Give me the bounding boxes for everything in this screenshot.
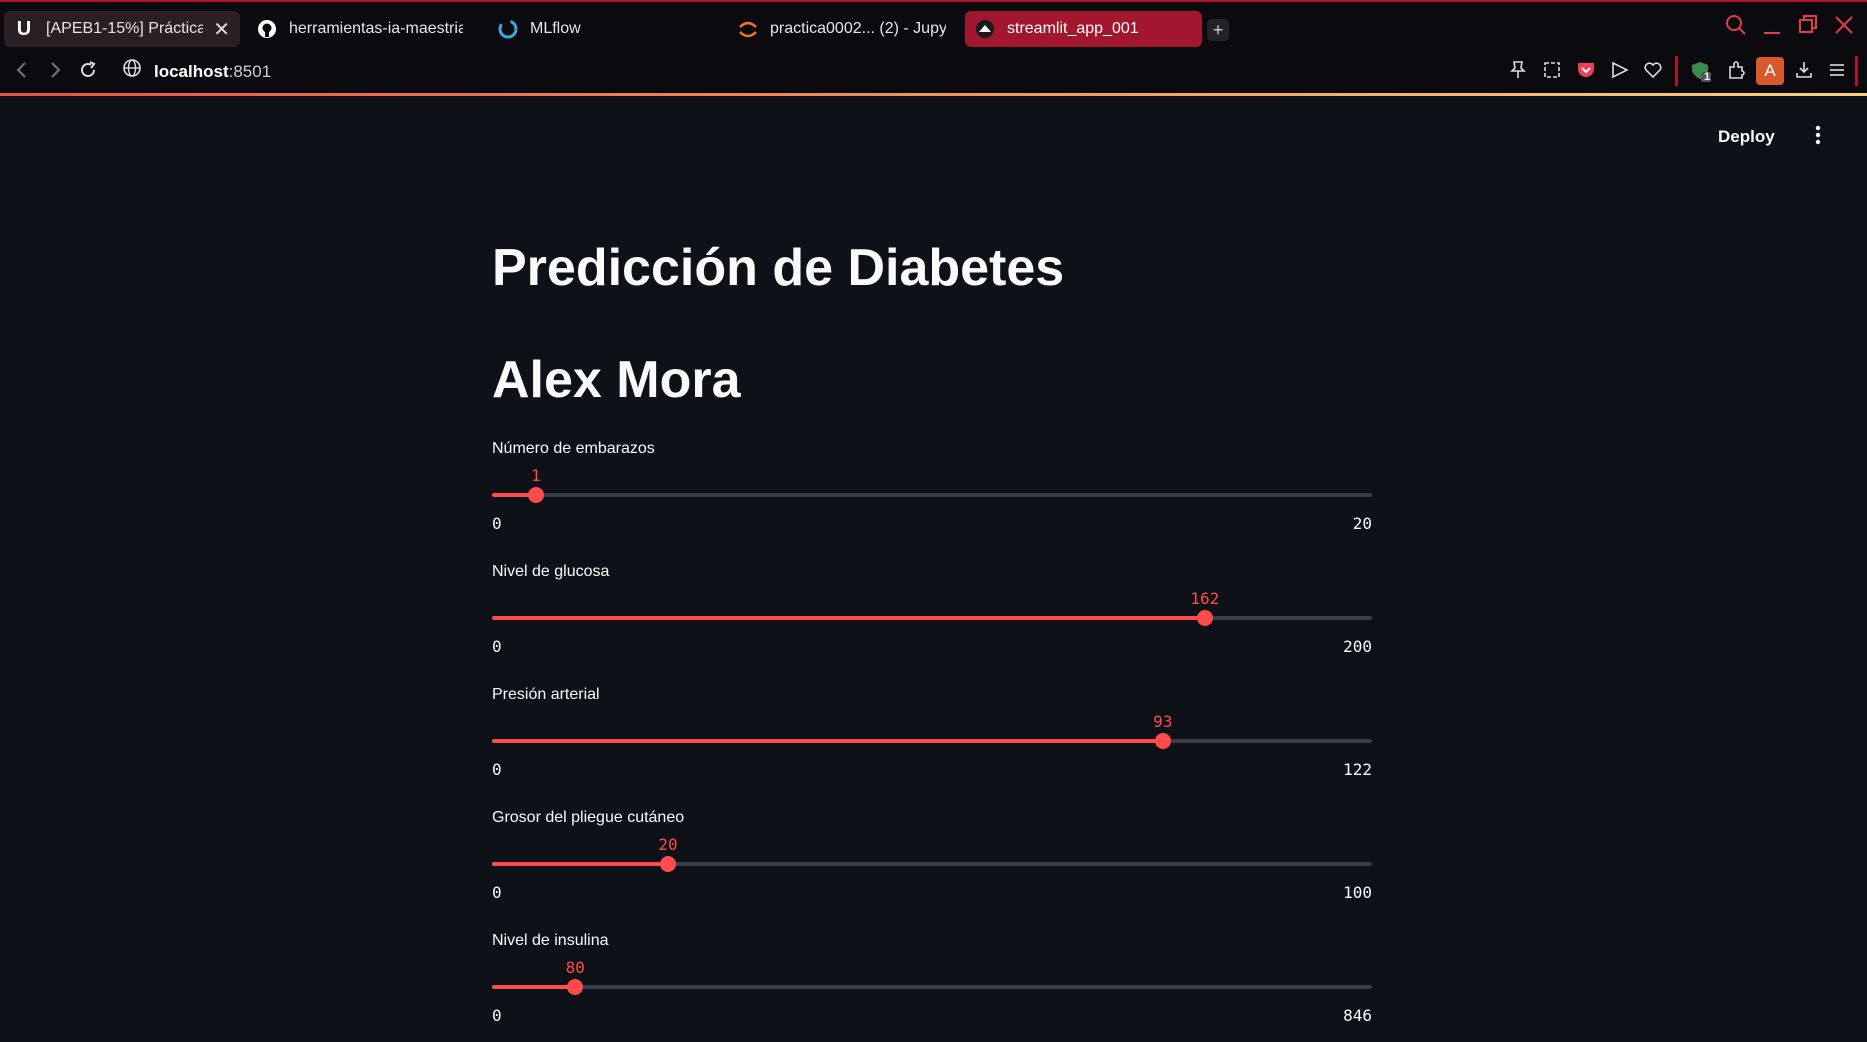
- slider-fill: [492, 616, 1205, 620]
- slider[interactable]: Nivel de insulina 80 0 846: [492, 932, 1372, 1042]
- close-window-icon[interactable]: [1834, 14, 1854, 42]
- slider-value: 20: [658, 835, 678, 854]
- progress-accent-line: [0, 93, 1867, 96]
- slider-fill: [492, 739, 1163, 743]
- slider-max-label: 122: [1343, 760, 1372, 779]
- slider-max-label: 200: [1343, 637, 1372, 656]
- restore-icon[interactable]: [1798, 14, 1818, 42]
- tab-jupyter[interactable]: practica0002... (2) - Jupy: [728, 11, 956, 47]
- slider-min-label: 0: [492, 883, 502, 902]
- slider-track[interactable]: [492, 493, 1372, 497]
- slider-max-label: 100: [1343, 883, 1372, 902]
- slider-min-label: 0: [492, 760, 502, 779]
- toolbar-separator: [1675, 56, 1678, 86]
- slider[interactable]: Presión arterial 93 0 122: [492, 686, 1372, 796]
- tab-label: [APEB1-15%] Práctica: [46, 20, 204, 37]
- toolbar-separator: [1855, 56, 1858, 86]
- pin-icon[interactable]: [1509, 60, 1527, 85]
- slider-fill: [492, 985, 576, 989]
- browser-tab-bar: U [APEB1-15%] Práctica ✕ herramientas-ia…: [0, 0, 1867, 56]
- screenshot-icon[interactable]: [1542, 60, 1562, 85]
- slider-value: 162: [1190, 589, 1220, 608]
- download-icon[interactable]: [1794, 60, 1814, 85]
- page-subtitle: Alex Mora: [492, 351, 741, 409]
- slider-value: 93: [1153, 712, 1173, 731]
- back-icon[interactable]: [12, 60, 32, 86]
- minimize-icon[interactable]: [1762, 14, 1782, 42]
- url-host: localhost: [154, 62, 229, 81]
- slider[interactable]: Número de embarazos 1 0 20: [492, 440, 1372, 550]
- extensions-icon[interactable]: [1726, 60, 1746, 85]
- tab-label: streamlit_app_001: [1007, 20, 1139, 37]
- tab-label: practica0002... (2) - Jupy: [770, 20, 946, 37]
- slider-value: 1: [531, 466, 541, 485]
- url-port: :8501: [228, 62, 272, 81]
- search-icon[interactable]: [1725, 14, 1747, 42]
- menu-icon[interactable]: [1827, 60, 1847, 85]
- github-icon: [257, 19, 277, 39]
- url-field[interactable]: localhost:8501: [123, 58, 272, 86]
- tab-mlflow[interactable]: MLflow: [488, 11, 618, 47]
- slider-min-label: 0: [492, 514, 502, 533]
- kebab-menu-icon[interactable]: [1815, 124, 1821, 152]
- slider-thumb[interactable]: [1154, 733, 1171, 749]
- tab-streamlit[interactable]: streamlit_app_001: [965, 11, 1202, 47]
- slider[interactable]: Nivel de glucosa 162 0 200: [492, 563, 1372, 673]
- new-tab-button[interactable]: +: [1207, 19, 1229, 41]
- tab-label: MLflow: [530, 20, 581, 37]
- mlflow-icon: [498, 19, 518, 39]
- pocket-icon[interactable]: [1576, 60, 1596, 85]
- slider-max-label: 846: [1343, 1006, 1372, 1025]
- slider-fill: [492, 862, 668, 866]
- heart-icon[interactable]: [1643, 60, 1663, 85]
- page-title: Predicción de Diabetes: [492, 239, 1065, 297]
- slider-thumb[interactable]: [660, 856, 676, 872]
- slider-thumb[interactable]: [567, 979, 584, 995]
- jupyter-icon: [738, 19, 758, 39]
- forward-icon[interactable]: [45, 60, 65, 86]
- slider-label: Presión arterial: [492, 686, 600, 703]
- tab-label: herramientas-ia-maestria: [289, 20, 463, 37]
- slider-label: Nivel de glucosa: [492, 563, 610, 580]
- tab-apeb1[interactable]: U [APEB1-15%] Práctica ✕: [4, 11, 240, 47]
- streamlit-icon: [975, 19, 995, 39]
- tab-github[interactable]: herramientas-ia-maestria: [247, 11, 473, 47]
- slider-min-label: 0: [492, 1006, 502, 1025]
- reload-icon[interactable]: [78, 60, 98, 86]
- slider-label: Número de embarazos: [492, 440, 655, 457]
- u-logo-icon: U: [16, 17, 32, 40]
- slider-label: Grosor del pliegue cutáneo: [492, 809, 685, 826]
- slider-track[interactable]: [492, 985, 1372, 989]
- avatar[interactable]: A: [1756, 57, 1784, 85]
- slider-min-label: 0: [492, 637, 502, 656]
- slider-max-label: 20: [1352, 514, 1372, 533]
- globe-icon: [122, 58, 142, 86]
- slider-thumb[interactable]: [528, 487, 544, 503]
- slider[interactable]: Grosor del pliegue cutáneo 20 0 100: [492, 809, 1372, 919]
- close-icon[interactable]: ✕: [203, 17, 230, 42]
- slider-value: 80: [565, 958, 585, 977]
- slider-thumb[interactable]: [1196, 610, 1213, 626]
- send-icon[interactable]: [1610, 60, 1630, 85]
- deploy-button[interactable]: Deploy: [1718, 127, 1775, 147]
- slider-label: Nivel de insulina: [492, 932, 609, 949]
- badge-count: 1: [1704, 71, 1711, 83]
